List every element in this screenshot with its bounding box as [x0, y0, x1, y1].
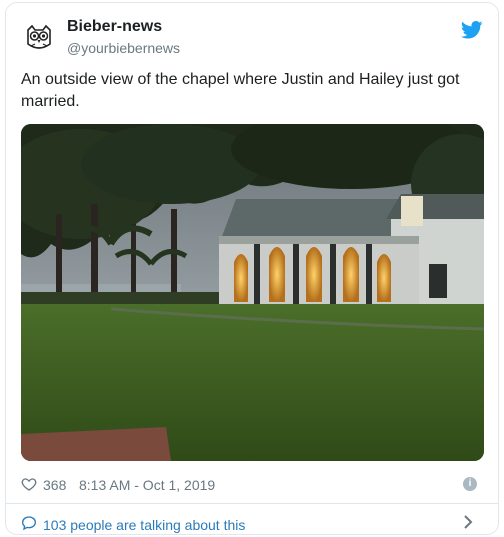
chevron-right-icon[interactable]: [463, 514, 473, 530]
tweet-header: Bieber-news @yourbiebernews: [21, 18, 483, 58]
like-count[interactable]: 368: [43, 477, 66, 493]
twitter-bird-icon[interactable]: [460, 21, 483, 39]
tweet-timestamp[interactable]: 8:13 AM - Oct 1, 2019: [79, 477, 215, 493]
heart-icon[interactable]: [21, 476, 37, 492]
owl-icon: [27, 24, 51, 49]
tweet-meta: 368 8:13 AM - Oct 1, 2019 i: [21, 475, 483, 495]
chapel-photo: [21, 124, 484, 461]
tweet-card: Bieber-news @yourbiebernews An outside v…: [5, 2, 499, 535]
user-handle[interactable]: @yourbiebernews: [67, 40, 180, 56]
tweet-photo[interactable]: [21, 124, 484, 461]
conversation-link[interactable]: 103 people are talking about this: [21, 514, 483, 534]
comment-bubble-icon: [21, 515, 37, 531]
divider: [6, 503, 498, 504]
info-icon[interactable]: i: [463, 477, 477, 491]
tweet-text: An outside view of the chapel where Just…: [21, 71, 460, 110]
user-name[interactable]: Bieber-news: [67, 18, 162, 36]
avatar[interactable]: [21, 20, 57, 56]
talking-count[interactable]: 103 people are talking about this: [43, 517, 245, 533]
